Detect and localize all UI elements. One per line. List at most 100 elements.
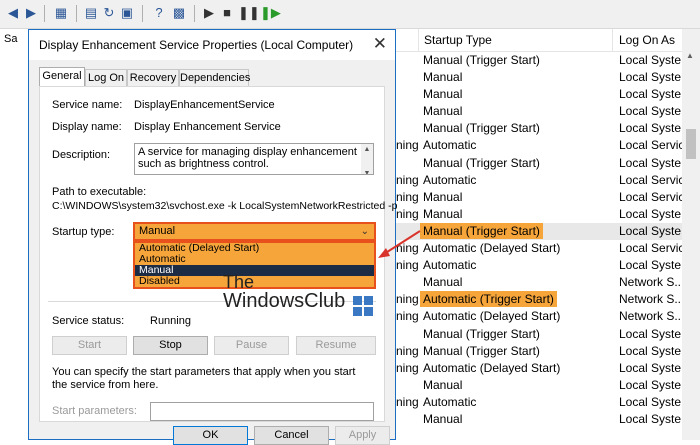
column-divider[interactable] [612, 29, 613, 51]
log-on-as-cell: Local Syste... [619, 104, 682, 119]
log-on-as-cell: Local Syste... [619, 87, 682, 102]
description-text: A service for managing display enhanceme… [138, 146, 357, 170]
startup-type-text: Manual [423, 70, 463, 85]
services-tree-label[interactable]: Sa [4, 33, 17, 45]
service-row[interactable]: Manual (Trigger Start) Local Syste... [396, 52, 682, 69]
service-row[interactable]: ning Automatic Local Syste... [396, 257, 682, 274]
startup-type-text: Automatic (Trigger Start) [420, 291, 557, 308]
startup-type-text: Automatic (Delayed Start) [423, 309, 561, 324]
status-cell: ning [396, 138, 419, 153]
toolbar-separator [142, 5, 143, 22]
log-on-as-cell: Network S... [619, 309, 682, 324]
status-cell: ning [396, 206, 419, 221]
start-button[interactable]: Start [52, 336, 127, 355]
tab-dependencies[interactable]: Dependencies [179, 69, 250, 86]
description-box[interactable]: A service for managing display enhanceme… [134, 143, 374, 175]
dialog-title-bar[interactable]: Display Enhancement Service Properties (… [29, 30, 395, 60]
service-row[interactable]: Manual Local Syste... [396, 411, 682, 428]
resume-button[interactable]: Resume [296, 336, 376, 355]
startup-type-text: Manual [423, 87, 463, 102]
service-row[interactable]: ning Automatic (Delayed Start) Local Servi… [396, 240, 682, 257]
tab-log-on[interactable]: Log On [85, 69, 127, 86]
option-disabled[interactable]: Disabled [135, 276, 374, 287]
status-cell: ning [396, 189, 419, 204]
pause-button[interactable]: Pause [214, 336, 289, 355]
service-row[interactable]: ning Automatic (Delayed Start) Local Syste… [396, 360, 682, 377]
forward-arrow-icon[interactable]: ▶ [22, 4, 40, 22]
cancel-button[interactable]: Cancel [254, 426, 329, 445]
service-row[interactable]: Manual Network S... [396, 274, 682, 291]
pause-icon[interactable]: ❚❚ [238, 4, 260, 22]
refresh-icon[interactable]: ↻ [100, 4, 118, 22]
service-row[interactable]: Manual (Trigger Start) Local Syste... [396, 120, 682, 137]
stop-icon[interactable]: ■ [218, 4, 236, 22]
startup-type-value: Manual [139, 225, 176, 237]
export-list-icon[interactable]: ▣ [118, 4, 136, 22]
ok-button[interactable]: OK [173, 426, 248, 445]
service-row[interactable]: ning Manual Local Syste... [396, 206, 682, 223]
service-row[interactable]: ning Automatic Local Syste... [396, 394, 682, 411]
service-row[interactable]: Manual Local Syste... [396, 377, 682, 394]
service-row[interactable]: ning Automatic Local Service [396, 137, 682, 154]
startup-type-cell: Manual [423, 69, 462, 86]
toolbar-separator [194, 5, 195, 22]
start-params-input[interactable] [150, 402, 374, 421]
service-row[interactable]: ning Manual (Trigger Start) Local Syste... [396, 343, 682, 360]
startup-type-cell: Manual (Trigger Start) [423, 343, 540, 360]
col-header-log-on-as[interactable]: Log On As [619, 29, 675, 51]
service-row[interactable]: ning Automatic (Trigger Start) Network S..… [396, 291, 682, 308]
help-icon[interactable]: ? [150, 4, 168, 22]
log-on-as-cell: Local Service [619, 172, 682, 187]
startup-type-text: Manual [423, 377, 463, 392]
tab-general[interactable]: General [39, 67, 85, 87]
show-hide-icon[interactable]: ▩ [170, 4, 188, 22]
col-header-startup-type[interactable]: Startup Type [424, 29, 492, 51]
startup-type-cell: Automatic [423, 394, 476, 411]
service-row[interactable]: ning Automatic (Delayed Start) Network S..… [396, 308, 682, 325]
scroll-up-icon[interactable]: ▲ [686, 51, 694, 60]
service-name-label: Service name: [52, 99, 123, 111]
service-row[interactable]: Manual Local Syste... [396, 86, 682, 103]
startup-type-text: Automatic [423, 394, 477, 409]
startup-type-cell: Automatic (Delayed Start) [423, 240, 560, 257]
startup-type-cell: Automatic [423, 137, 476, 154]
general-panel: Service name: DisplayEnhancementService … [39, 86, 397, 422]
service-row[interactable]: Manual (Trigger Start) Local Syste... [396, 155, 682, 172]
startup-type-text: Manual [423, 104, 463, 119]
description-scrollbar[interactable]: ▲ ▼ [361, 144, 373, 174]
startup-type-label: Startup type: [52, 226, 115, 238]
console-tree-icon[interactable]: ▦ [52, 4, 70, 22]
chevron-down-icon[interactable]: ⌄ [361, 224, 369, 239]
service-row[interactable]: Manual Local Syste... [396, 103, 682, 120]
properties-icon[interactable]: ▤ [82, 4, 100, 22]
column-divider[interactable] [418, 29, 419, 51]
service-row[interactable]: ning Automatic Local Service [396, 172, 682, 189]
restart-icon[interactable]: ❚▶ [260, 4, 281, 22]
log-on-as-cell: Local Service [619, 138, 682, 153]
startup-type-cell: Manual (Trigger Start) [420, 222, 543, 240]
startup-type-cell: Manual (Trigger Start) [423, 155, 540, 172]
log-on-as-cell: Local Service [619, 241, 682, 256]
service-row[interactable]: Manual (Trigger Start) Local Syste... [396, 326, 682, 343]
status-cell: ning [396, 360, 419, 375]
service-row[interactable]: Manual (Trigger Start) Local Syste... [396, 222, 682, 241]
service-row[interactable]: Manual Local Syste... [396, 69, 682, 86]
tab-recovery[interactable]: Recovery [127, 69, 179, 86]
startup-type-cell: Automatic [423, 257, 476, 274]
display-name-value: Display Enhancement Service [134, 121, 281, 133]
startup-type-text: Manual (Trigger Start) [423, 121, 540, 136]
service-row[interactable]: ning Manual Local Service [396, 189, 682, 206]
vertical-scrollbar[interactable]: ▲ [682, 29, 700, 440]
startup-type-cell: Automatic [423, 172, 476, 189]
scroll-thumb[interactable] [686, 129, 696, 159]
startup-type-text: Manual (Trigger Start) [423, 155, 540, 170]
back-arrow-icon[interactable]: ◀ [4, 4, 22, 22]
play-icon[interactable]: ▶ [200, 4, 218, 22]
apply-button[interactable]: Apply [335, 426, 390, 445]
close-icon[interactable]: ✕ [373, 34, 387, 54]
startup-type-cell: Automatic (Delayed Start) [423, 360, 560, 377]
startup-type-text: Manual (Trigger Start) [423, 343, 540, 358]
startup-type-select[interactable]: Manual ⌄ [133, 222, 376, 241]
stop-button[interactable]: Stop [133, 336, 208, 355]
log-on-as-cell: Local Syste... [619, 258, 682, 273]
